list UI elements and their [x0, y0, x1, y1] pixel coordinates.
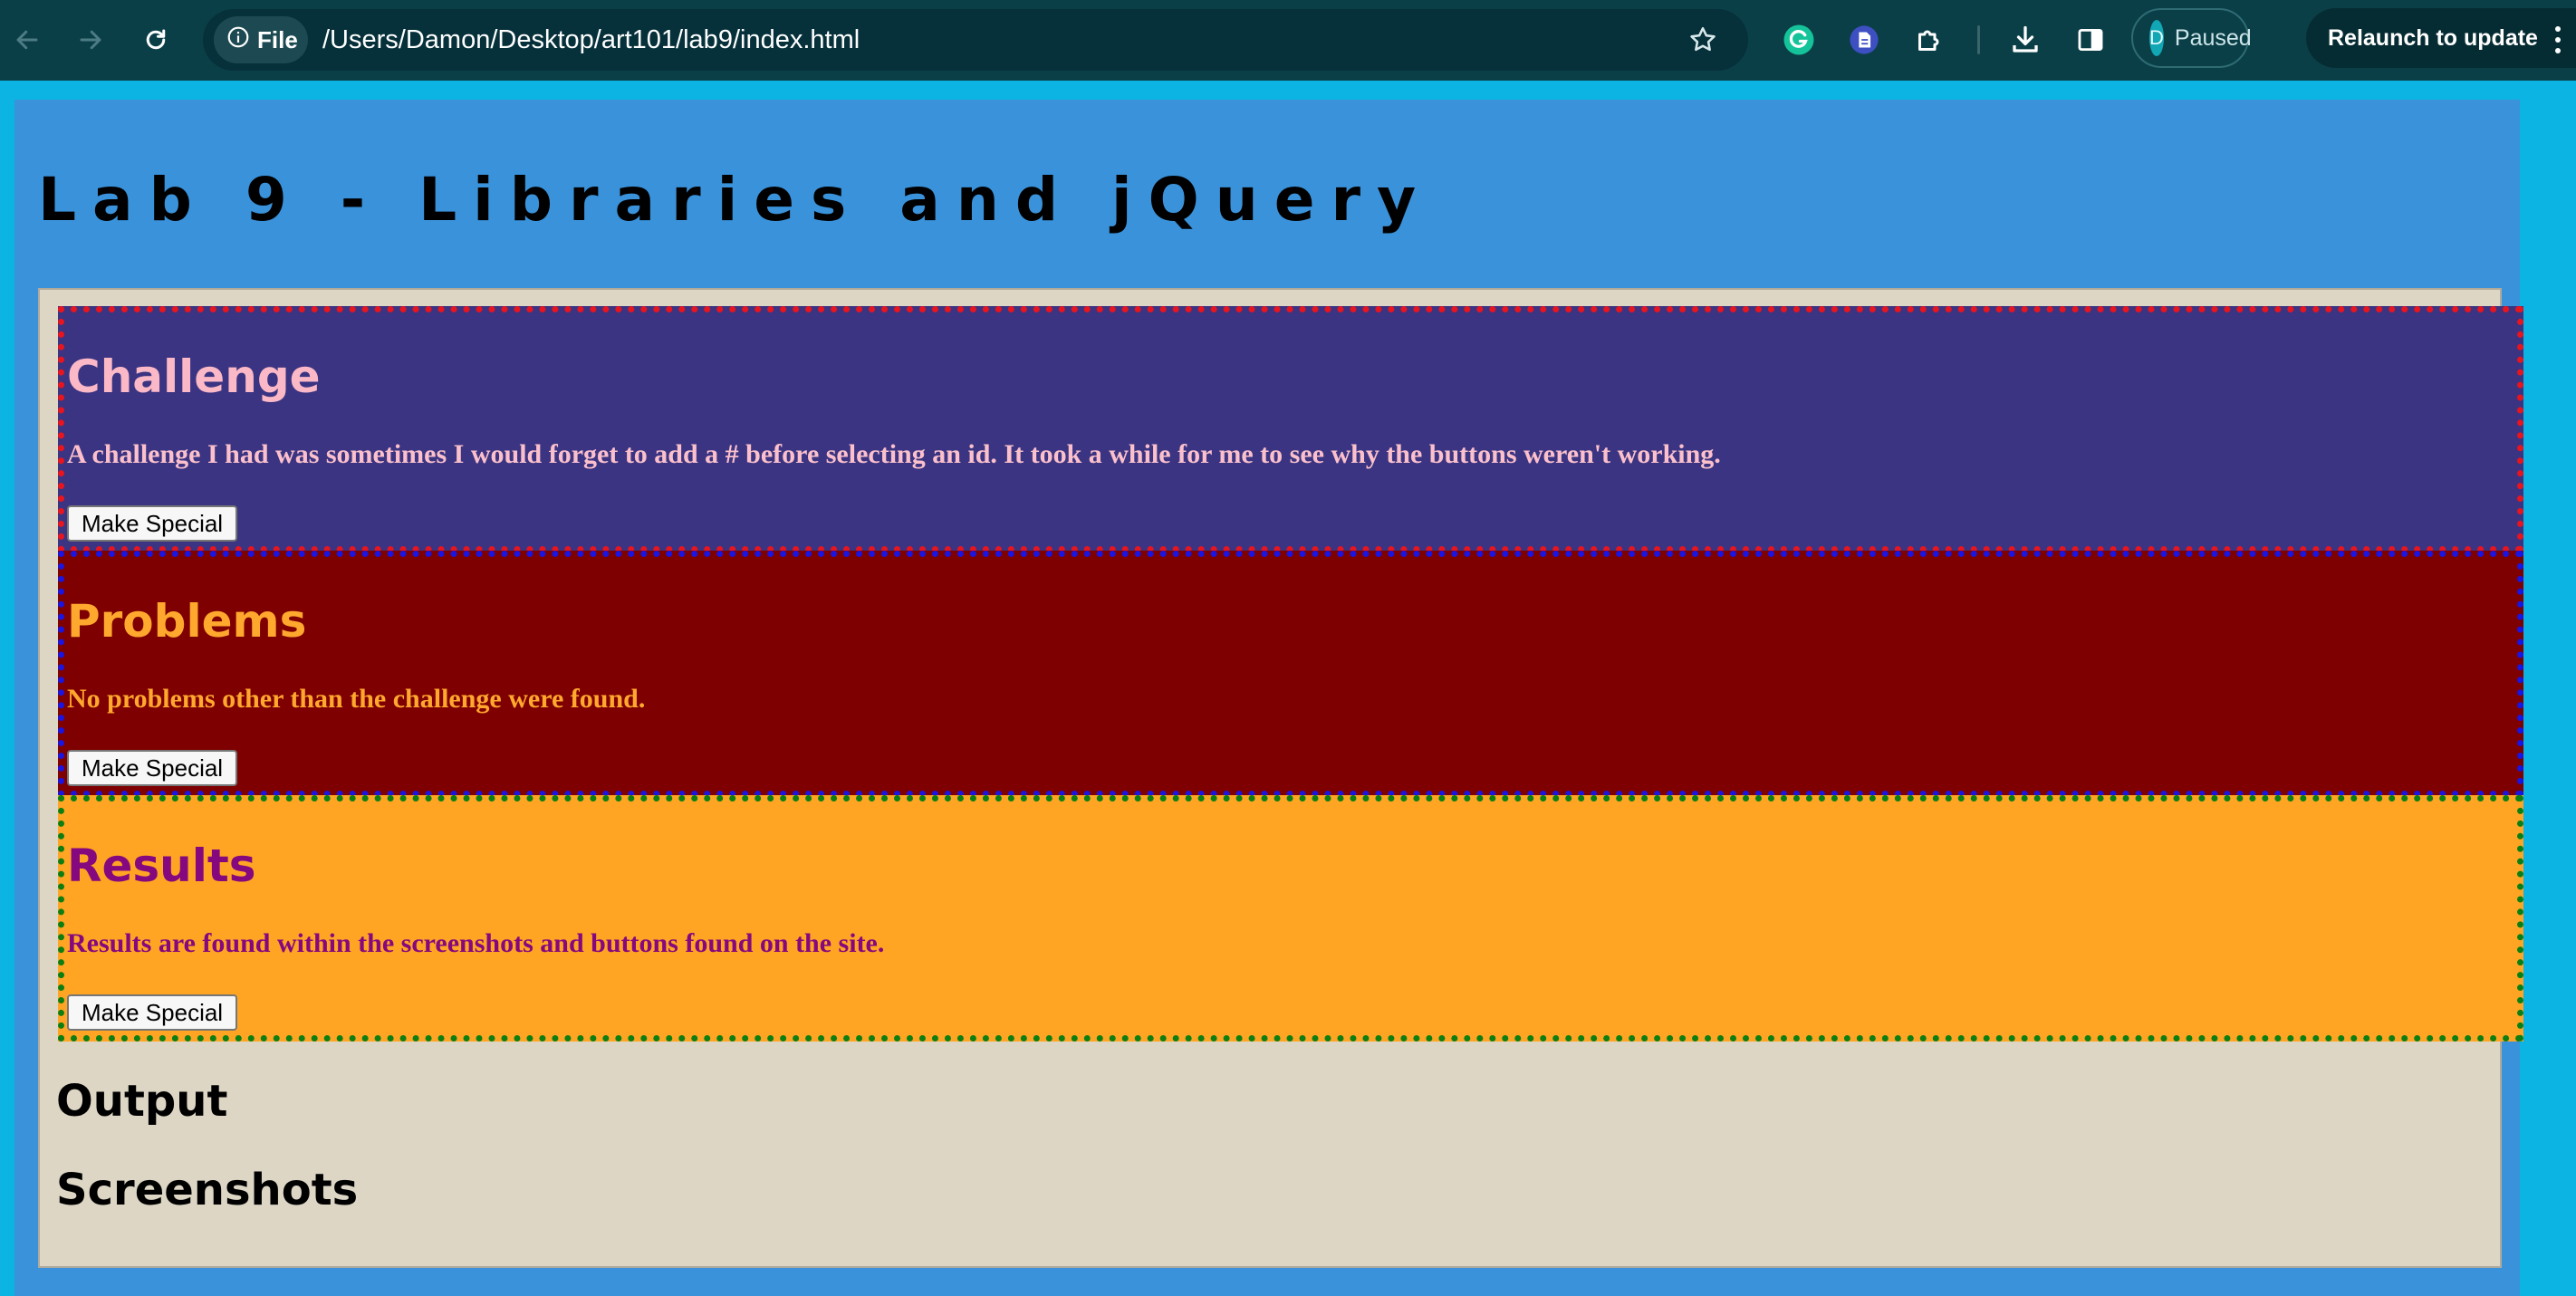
- doc-extension-icon[interactable]: [1844, 20, 1884, 60]
- profile-button[interactable]: D Paused: [2131, 8, 2252, 68]
- content-panel: Challenge A challenge I had was sometime…: [38, 288, 2523, 1268]
- challenge-section: Challenge A challenge I had was sometime…: [58, 306, 2523, 552]
- star-icon[interactable]: [1685, 22, 1721, 58]
- results-section: Results Results are found within the scr…: [58, 795, 2523, 1042]
- problems-make-special-button[interactable]: Make Special: [67, 750, 238, 786]
- profile-status: Paused: [2174, 24, 2252, 51]
- output-heading: Output: [56, 1076, 228, 1127]
- info-icon: [226, 25, 250, 55]
- page-title: Lab 9 - Libraries and jQuery: [38, 165, 1433, 235]
- side-panel-icon[interactable]: [2071, 20, 2110, 60]
- site-info-chip[interactable]: File: [214, 16, 308, 63]
- kebab-menu-icon[interactable]: [2551, 20, 2565, 60]
- address-bar[interactable]: File /Users/Damon/Desktop/art101/lab9/in…: [203, 9, 1748, 71]
- toolbar-divider: [1977, 25, 1980, 54]
- challenge-make-special-button[interactable]: Make Special: [67, 505, 238, 542]
- grammarly-icon[interactable]: [1779, 20, 1819, 60]
- puzzle-extensions-icon[interactable]: [1909, 20, 1949, 60]
- results-text: Results are found within the screenshots…: [67, 928, 885, 958]
- problems-section: Problems No problems other than the chal…: [58, 551, 2523, 797]
- challenge-text: A challenge I had was sometimes I would …: [67, 439, 1721, 469]
- page-body: Lab 9 - Libraries and jQuery Challenge A…: [14, 100, 2523, 1296]
- problems-heading: Problems: [67, 595, 307, 648]
- reload-icon[interactable]: [136, 20, 176, 60]
- avatar: D: [2149, 20, 2164, 56]
- relaunch-label: Relaunch to update: [2328, 24, 2538, 51]
- forward-arrow-icon[interactable]: [71, 20, 111, 60]
- challenge-heading: Challenge: [67, 350, 321, 403]
- problems-text: No problems other than the challenge wer…: [67, 684, 646, 714]
- screenshots-heading: Screenshots: [56, 1165, 359, 1215]
- back-arrow-icon[interactable]: [7, 20, 47, 60]
- browser-toolbar: File /Users/Damon/Desktop/art101/lab9/in…: [0, 0, 2576, 81]
- download-icon[interactable]: [2005, 20, 2045, 60]
- results-heading: Results: [67, 840, 256, 892]
- url-text[interactable]: /Users/Damon/Desktop/art101/lab9/index.h…: [322, 9, 860, 71]
- relaunch-button[interactable]: Relaunch to update: [2306, 8, 2576, 68]
- url-chip-label: File: [257, 25, 298, 53]
- results-make-special-button[interactable]: Make Special: [67, 994, 238, 1031]
